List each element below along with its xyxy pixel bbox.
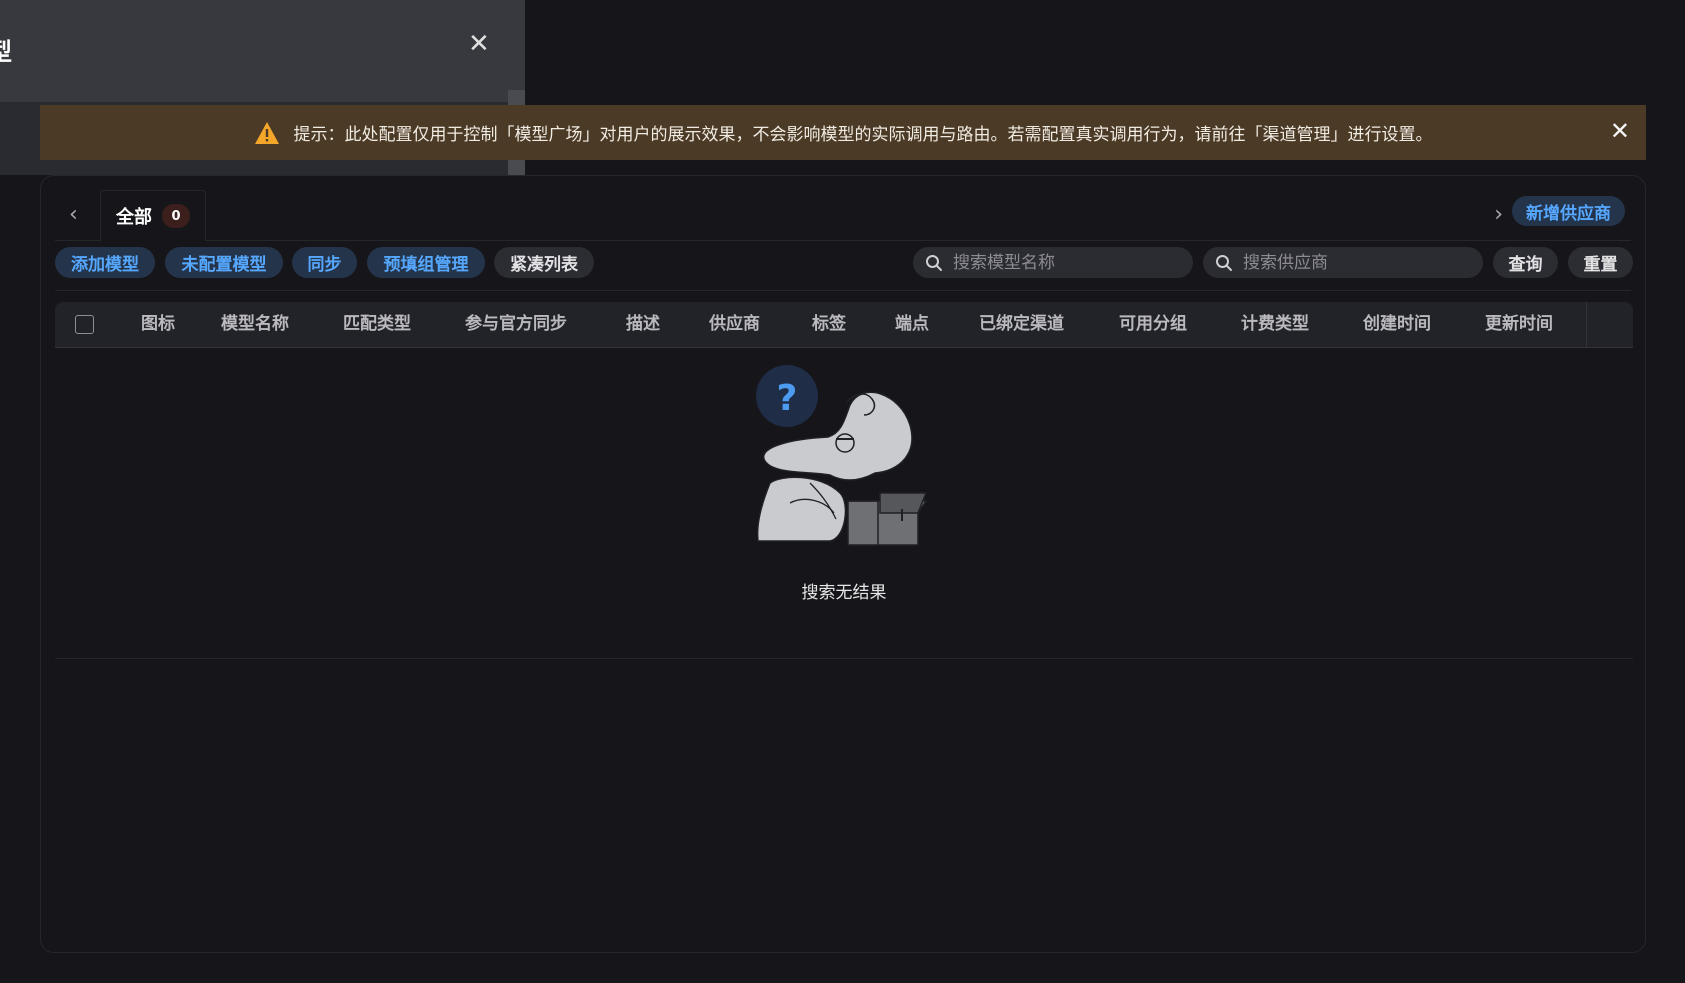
add-model-button[interactable]: 添加模型 [55, 247, 155, 278]
svg-text:?: ? [777, 378, 798, 419]
compact-list-button[interactable]: 紧凑列表 [494, 247, 594, 278]
models-card: ‹ 全部 0 › 新增供应商 添加模型 未配置模型 同步 预填组管理 紧凑列表 [40, 175, 1646, 953]
drawer-title: 型 [0, 32, 12, 67]
search-provider-input[interactable] [1241, 251, 1483, 274]
models-table: 图标 模型名称 匹配类型 参与官方同步 描述 供应商 标签 端点 已绑定渠道 可… [55, 302, 1633, 659]
provider-tabbar: ‹ 全部 0 › 新增供应商 [55, 190, 1631, 241]
column-header-bound-channels[interactable]: 已绑定渠道 [979, 302, 1064, 347]
column-header-endpoint[interactable]: 端点 [895, 302, 929, 347]
search-model-input[interactable] [951, 251, 1193, 274]
column-header-provider[interactable]: 供应商 [709, 302, 760, 347]
notice-text: 提示：此处配置仅用于控制「模型广场」对用户的展示效果，不会影响模型的实际调用与路… [293, 125, 1433, 145]
search-provider-field[interactable] [1203, 247, 1483, 278]
chevron-right-icon[interactable]: › [1494, 202, 1503, 227]
drawer-header: 型 ✕ [0, 0, 525, 102]
tab-all[interactable]: 全部 0 [100, 190, 206, 241]
column-header-available-groups[interactable]: 可用分组 [1119, 302, 1187, 347]
query-button[interactable]: 查询 [1493, 247, 1558, 278]
prefill-group-button[interactable]: 预填组管理 [367, 247, 485, 278]
column-header-model-name[interactable]: 模型名称 [221, 302, 289, 347]
search-model-field[interactable] [913, 247, 1193, 278]
column-header-updated-time[interactable]: 更新时间 [1485, 302, 1553, 347]
column-header-description[interactable]: 描述 [626, 302, 660, 347]
unconfigured-models-button[interactable]: 未配置模型 [165, 247, 283, 278]
tab-all-label: 全部 [116, 207, 152, 228]
column-header-billing-type[interactable]: 计费类型 [1241, 302, 1309, 347]
tab-count-badge: 0 [162, 204, 190, 228]
select-all-checkbox[interactable] [75, 315, 94, 334]
empty-state-illustration: ? [750, 363, 930, 552]
table-body: ? 搜索无结果 [55, 348, 1633, 659]
column-divider [1586, 302, 1587, 347]
add-provider-button[interactable]: 新增供应商 [1512, 196, 1625, 226]
warning-icon [254, 121, 280, 145]
notice-banner: 提示：此处配置仅用于控制「模型广场」对用户的展示效果，不会影响模型的实际调用与路… [40, 105, 1646, 160]
search-icon [926, 254, 942, 271]
toolbar: 添加模型 未配置模型 同步 预填组管理 紧凑列表 查询 重置 [55, 244, 1633, 291]
search-icon [1216, 254, 1232, 271]
column-header-created-time[interactable]: 创建时间 [1363, 302, 1431, 347]
empty-state-text: 搜索无结果 [801, 583, 887, 603]
column-header-icon[interactable]: 图标 [141, 302, 175, 347]
column-header-match-type[interactable]: 匹配类型 [343, 302, 411, 347]
banner-close-icon[interactable]: ✕ [1610, 117, 1630, 145]
column-header-tags[interactable]: 标签 [812, 302, 846, 347]
column-header-official-sync[interactable]: 参与官方同步 [465, 302, 567, 347]
table-header: 图标 模型名称 匹配类型 参与官方同步 描述 供应商 标签 端点 已绑定渠道 可… [55, 302, 1633, 348]
drawer-close-icon[interactable]: ✕ [468, 30, 490, 58]
reset-button[interactable]: 重置 [1568, 247, 1633, 278]
chevron-left-icon[interactable]: ‹ [69, 202, 78, 227]
sync-button[interactable]: 同步 [292, 247, 357, 278]
